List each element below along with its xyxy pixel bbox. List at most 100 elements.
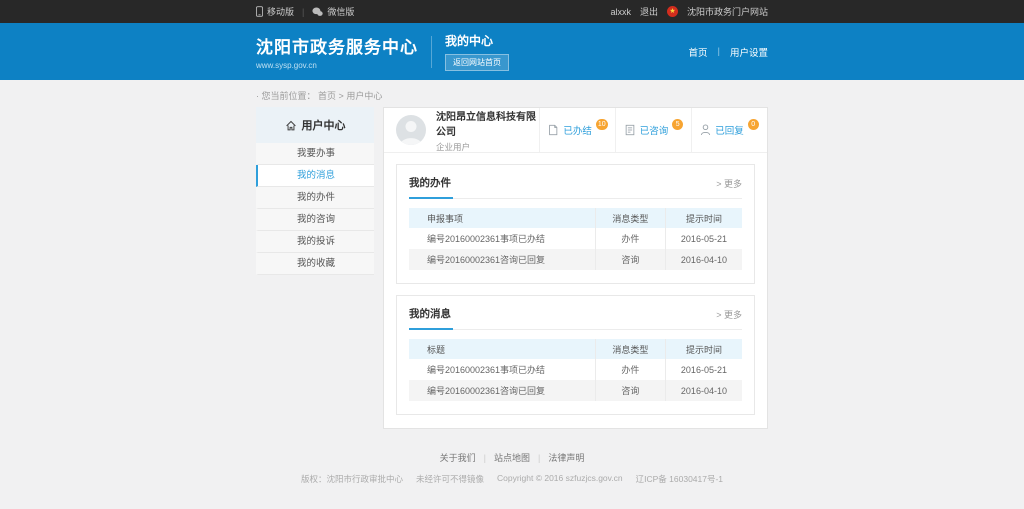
tab-consulted[interactable]: 已咨询 5 [615, 108, 691, 152]
tab-replied-label: 已回复 [715, 123, 744, 137]
site-header: 沈阳市政务服务中心 www.sysp.gov.cn 我的中心 返回网站首页 首页… [0, 23, 1024, 80]
wechat-version-label: 微信版 [327, 5, 354, 18]
footer: 关于我们 | 站点地图 | 法律声明 版权：沈阳市行政审批中心 未经许可不得镜像… [0, 451, 1024, 485]
sidebar-item-consultations[interactable]: 我的咨询 [256, 209, 374, 231]
user-info-row: 沈阳昂立信息科技有限公司 企业用户 已办结 10 已咨询 5 [384, 108, 767, 153]
portal-site-link[interactable]: 沈阳市政务门户网站 [687, 5, 768, 18]
topbar-left: 移动版 | 微信版 [256, 5, 354, 18]
wechat-version-link[interactable]: 微信版 [312, 5, 354, 18]
cell-item: 编号20160002361事项已办结 [409, 228, 595, 249]
cell-time: 2016-04-10 [665, 249, 742, 270]
col-header-item: 申报事项 [409, 208, 595, 228]
cell-item: 编号20160002361咨询已回复 [409, 380, 595, 401]
breadcrumb-prefix: · 您当前位置： [256, 91, 316, 101]
sidebar-item-cases[interactable]: 我的办件 [256, 187, 374, 209]
phone-icon [256, 6, 263, 17]
footer-links: 关于我们 | 站点地图 | 法律声明 [0, 451, 1024, 464]
consult-doc-icon [624, 124, 636, 136]
content: 用户中心 我要办事 我的消息 我的办件 我的咨询 我的投诉 我的收藏 沈阳昂立信… [256, 107, 768, 429]
footer-legal-link[interactable]: 法律声明 [548, 451, 584, 464]
icp-number: 辽ICP备 16030417号-1 [636, 473, 723, 485]
my-cases-more-link[interactable]: > 更多 [716, 177, 742, 190]
topbar-right: alxxk 退出 ★ 沈阳市政务门户网站 [610, 5, 768, 18]
site-title: 沈阳市政务服务中心 [256, 33, 418, 58]
footer-about-link[interactable]: 关于我们 [440, 451, 476, 464]
footer-sitemap-link[interactable]: 站点地图 [494, 451, 530, 464]
section-my-cases-title: 我的办件 [409, 175, 451, 190]
breadcrumb-home-link[interactable]: 首页 [318, 91, 336, 101]
copyright-owner: 版权：沈阳市行政审批中心 [301, 473, 403, 485]
copyright-text: Copyright © 2016 szfuzjcs.gov.cn [497, 473, 623, 485]
col-header-time: 提示时间 [665, 339, 742, 359]
page-title: 我的中心 [445, 32, 509, 49]
username: alxxk [610, 7, 631, 17]
cell-type: 办件 [595, 359, 665, 380]
user-meta: 沈阳昂立信息科技有限公司 企业用户 [436, 108, 539, 153]
sidebar-item-todo[interactable]: 我要办事 [256, 143, 374, 165]
person-silhouette-icon [396, 115, 426, 145]
completed-count-badge: 10 [596, 119, 608, 130]
nav-divider: | [718, 46, 720, 57]
my-center-block: 我的中心 返回网站首页 [445, 32, 509, 71]
topbar: 移动版 | 微信版 alxxk 退出 ★ 沈阳市政务门户网站 [0, 0, 1024, 23]
header-nav: 首页 | 用户设置 [689, 45, 769, 59]
tab-replied[interactable]: 已回复 0 [691, 108, 767, 152]
replied-count-badge: 0 [748, 119, 759, 130]
breadcrumb-current: 用户中心 [346, 91, 382, 101]
tab-completed[interactable]: 已办结 10 [539, 108, 615, 152]
nav-user-settings-link[interactable]: 用户设置 [730, 45, 768, 59]
table-header-row: 申报事项 消息类型 提示时间 [409, 208, 742, 228]
cell-type: 办件 [595, 228, 665, 249]
section-my-messages-title: 我的消息 [409, 306, 451, 321]
my-messages-table: 标题 消息类型 提示时间 编号20160002361事项已办结 办件 2016-… [409, 339, 742, 401]
col-header-type: 消息类型 [595, 339, 665, 359]
document-icon [547, 124, 559, 136]
avatar [396, 115, 426, 145]
col-header-type: 消息类型 [595, 208, 665, 228]
sidebar-item-messages[interactable]: 我的消息 [256, 165, 374, 187]
main-panel: 沈阳昂立信息科技有限公司 企业用户 已办结 10 已咨询 5 [383, 107, 768, 429]
col-header-time: 提示时间 [665, 208, 742, 228]
wechat-icon [312, 7, 323, 17]
mobile-version-label: 移动版 [267, 5, 294, 18]
cell-type: 咨询 [595, 380, 665, 401]
person-icon [700, 124, 711, 136]
footer-divider: | [484, 453, 486, 463]
logout-link[interactable]: 退出 [640, 5, 658, 18]
footer-copyright: 版权：沈阳市行政审批中心 未经许可不得镜像 Copyright © 2016 s… [0, 473, 1024, 485]
col-header-title: 标题 [409, 339, 595, 359]
table-row[interactable]: 编号20160002361事项已办结 办件 2016-05-21 [409, 359, 742, 380]
site-logo[interactable]: 沈阳市政务服务中心 www.sysp.gov.cn [256, 33, 418, 70]
nav-home-link[interactable]: 首页 [689, 45, 708, 59]
topbar-divider: | [302, 7, 304, 17]
table-row[interactable]: 编号20160002361事项已办结 办件 2016-05-21 [409, 228, 742, 249]
breadcrumb-separator: > [339, 91, 344, 101]
tab-consulted-label: 已咨询 [640, 123, 669, 137]
consulted-count-badge: 5 [672, 119, 683, 130]
emblem-icon: ★ [667, 6, 678, 17]
section-my-messages: 我的消息 > 更多 标题 消息类型 提示时间 编号20160002361事项已办… [396, 295, 755, 415]
back-home-button[interactable]: 返回网站首页 [445, 54, 509, 71]
site-url: www.sysp.gov.cn [256, 61, 418, 70]
table-row[interactable]: 编号20160002361咨询已回复 咨询 2016-04-10 [409, 380, 742, 401]
sidebar-item-favorites[interactable]: 我的收藏 [256, 253, 374, 275]
header-divider [431, 36, 432, 68]
sidebar-item-complaints[interactable]: 我的投诉 [256, 231, 374, 253]
my-cases-table: 申报事项 消息类型 提示时间 编号20160002361事项已办结 办件 201… [409, 208, 742, 270]
cell-time: 2016-05-21 [665, 228, 742, 249]
cell-time: 2016-05-21 [665, 359, 742, 380]
user-name: 沈阳昂立信息科技有限公司 [436, 108, 539, 138]
breadcrumb: · 您当前位置： 首页 > 用户中心 [256, 89, 768, 102]
my-messages-more-link[interactable]: > 更多 [716, 308, 742, 321]
home-icon [285, 120, 297, 131]
mobile-version-link[interactable]: 移动版 [256, 5, 294, 18]
footer-divider: | [538, 453, 540, 463]
sidebar-title: 用户中心 [256, 107, 374, 143]
section-my-cases: 我的办件 > 更多 申报事项 消息类型 提示时间 编号20160002361事项… [396, 164, 755, 284]
cell-time: 2016-04-10 [665, 380, 742, 401]
sidebar: 用户中心 我要办事 我的消息 我的办件 我的咨询 我的投诉 我的收藏 [256, 107, 374, 429]
user-stats: 已办结 10 已咨询 5 已回复 0 [539, 108, 767, 152]
table-row[interactable]: 编号20160002361咨询已回复 咨询 2016-04-10 [409, 249, 742, 270]
tab-completed-label: 已办结 [563, 123, 592, 137]
cell-item: 编号20160002361咨询已回复 [409, 249, 595, 270]
